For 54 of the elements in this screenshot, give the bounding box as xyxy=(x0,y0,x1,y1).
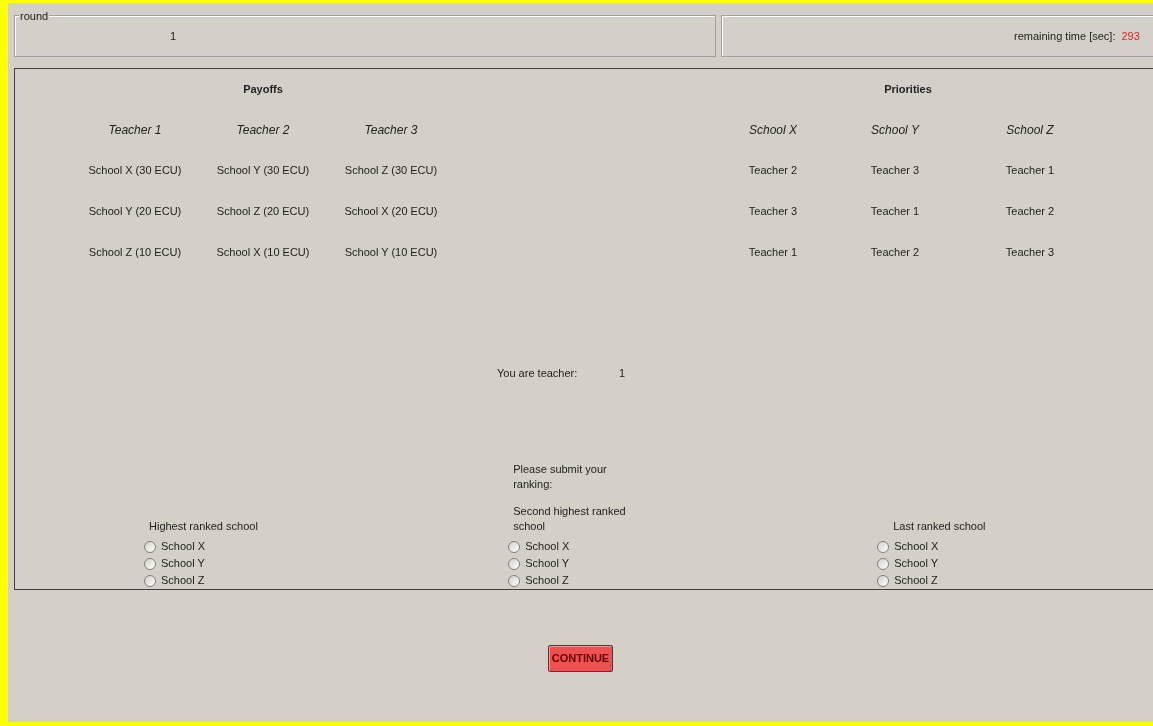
table-cell-text: Teacher 3 xyxy=(748,204,798,220)
group-label: Highest ranked school xyxy=(148,519,259,534)
radio-button[interactable] xyxy=(877,540,890,553)
table-cell-text: School Y (10 ECU) xyxy=(344,245,438,261)
column-header: Teacher 2 xyxy=(236,121,290,139)
table-cell-text: School X (10 ECU) xyxy=(216,245,310,261)
table-cell-text: Teacher 3 xyxy=(870,163,920,179)
column-header: School Y xyxy=(871,121,919,139)
table-cell-text: School X (30 ECU) xyxy=(88,163,182,179)
radio-button[interactable] xyxy=(508,540,521,553)
radio-button[interactable] xyxy=(508,574,521,587)
column-header: School X xyxy=(749,121,797,139)
group-label: Second highest ranked school xyxy=(512,504,627,534)
radio-option[interactable]: School X xyxy=(144,538,509,555)
table-cell-text: School Y (20 ECU) xyxy=(88,204,182,220)
radio-button[interactable] xyxy=(877,557,890,570)
radio-option[interactable]: School Z xyxy=(144,572,509,589)
column-header: Teacher 3 xyxy=(364,121,418,139)
section-heading: Priorities xyxy=(884,81,932,97)
timer-label: remaining time [sec]: xyxy=(1014,28,1116,44)
round-number: 1 xyxy=(170,28,177,44)
table-cell-text: Teacher 1 xyxy=(870,204,920,220)
radio-option[interactable]: School X xyxy=(877,538,1153,555)
instruction-text: Please submit your ranking: xyxy=(512,462,608,492)
group-label: Last ranked school xyxy=(892,519,987,534)
radio-button[interactable] xyxy=(877,574,890,587)
table-cell-text: School Y (30 ECU) xyxy=(216,163,310,179)
table-cell-text: Teacher 2 xyxy=(748,163,798,179)
table-cell-text: School Z (10 ECU) xyxy=(88,245,182,261)
radio-button[interactable] xyxy=(144,574,156,587)
radio-option[interactable]: School Z xyxy=(877,572,1153,589)
radio-option[interactable]: School Y xyxy=(144,555,509,572)
continue-button[interactable]: CONTINUE xyxy=(547,645,614,672)
table-cell-text: Teacher 2 xyxy=(1005,204,1055,220)
identity-label: You are teacher: xyxy=(497,365,579,381)
table-cell-text: Teacher 1 xyxy=(748,245,798,261)
radio-option[interactable]: School Y xyxy=(877,555,1153,572)
column-header: School Z xyxy=(1006,121,1054,139)
identity-value: 1 xyxy=(619,365,626,381)
column-header: Teacher 1 xyxy=(108,121,162,139)
radio-option[interactable]: School X xyxy=(508,538,878,555)
radio-option[interactable]: School Z xyxy=(508,572,878,589)
table-cell-text: Teacher 3 xyxy=(1005,245,1055,261)
section-heading: Payoffs xyxy=(243,81,283,97)
radio-button[interactable] xyxy=(144,540,156,553)
table-cell-text: Teacher 2 xyxy=(870,245,920,261)
table-cell-text: School Z (30 ECU) xyxy=(344,163,438,179)
radio-button[interactable] xyxy=(144,557,156,570)
table-cell-text: School X (20 ECU) xyxy=(344,204,438,220)
radio-button[interactable] xyxy=(508,557,521,570)
timer-value: 293 xyxy=(1121,28,1140,44)
radio-option[interactable]: School Y xyxy=(508,555,878,572)
table-cell-text: Teacher 1 xyxy=(1005,163,1055,179)
table-cell-text: School Z (20 ECU) xyxy=(216,204,310,220)
